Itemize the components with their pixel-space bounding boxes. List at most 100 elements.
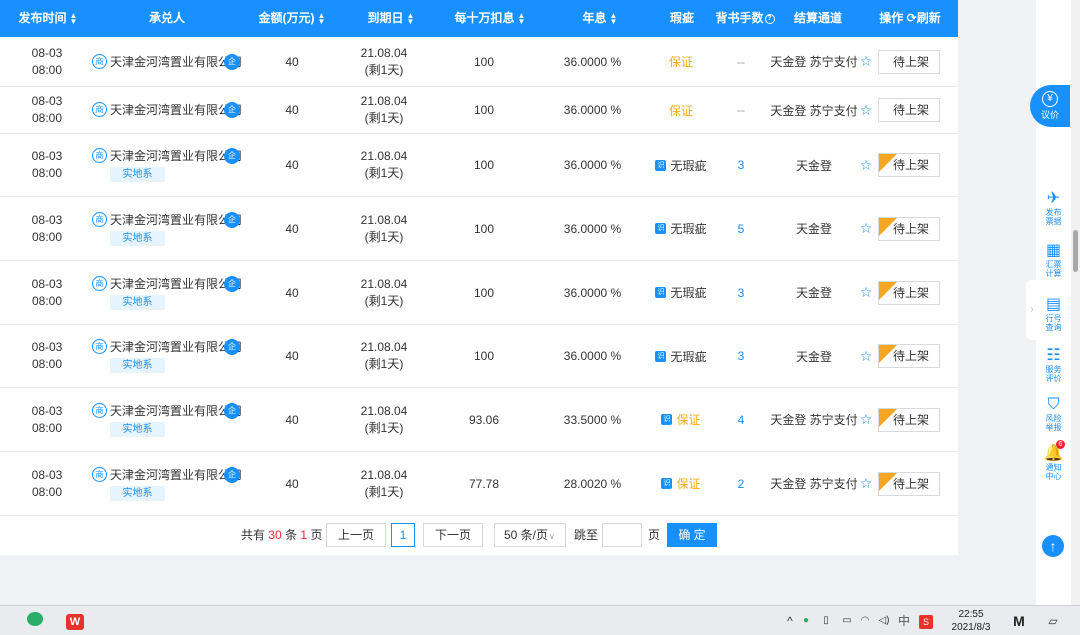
page-1-button[interactable]: 1 [391,523,415,547]
acceptor-name[interactable]: 天津金河湾置业有限公司 [110,103,242,117]
header-due[interactable]: 到期日 ▲ ▼ [356,0,426,37]
endorse-count-cell[interactable]: 3 [722,325,760,387]
pending-listing-button[interactable]: 待上架 [878,280,940,305]
favorite-star-icon[interactable]: ☆ [857,452,875,515]
endorse-count-cell[interactable]: 5 [722,197,760,260]
sogou-icon[interactable]: S [918,612,934,630]
next-page-button[interactable]: 下一页 [423,523,483,547]
tray-expand-icon[interactable]: ^ [784,612,796,630]
table-row[interactable]: 08-03 08:00 商 天津金河湾置业有限公司 企 40 21.08.04 … [0,37,958,87]
sort-icon[interactable]: ▲ ▼ [70,11,78,25]
operation-cell: 待上架 [878,37,940,86]
pending-listing-button[interactable]: 待上架 [878,98,940,122]
table-row[interactable]: 08-03 08:00 商 天津金河湾置业有限公司 实地系 企 40 21.08.… [0,452,958,516]
endorse-count-cell[interactable]: 4 [722,388,760,451]
table-row[interactable]: 08-03 08:00 商 天津金河湾置业有限公司 实地系 企 40 21.08.… [0,388,958,452]
prev-page-button[interactable]: 上一页 [326,523,386,547]
enterprise-badge-icon: 企 [224,339,240,355]
commercial-badge-icon: 商 [92,148,107,163]
header-time[interactable]: 发布时间 ▲ ▼ [8,0,88,37]
flaw-label: 保证 [676,477,701,491]
acceptor-name[interactable]: 天津金河湾置业有限公司 [110,468,242,482]
favorite-star-icon[interactable]: ☆ [857,134,875,196]
recognize-icon: 识 [661,478,673,489]
notification-count-badge: 6 [1056,440,1065,449]
sort-icon[interactable]: ▲ ▼ [518,11,526,25]
table-header: 发布时间 ▲ ▼ 承兑人 金额(万元) ▲ ▼ 到期日 ▲ ▼ 每十万扣息 ▲ ▼ 年息 ▲ ▼ 瑕… [0,0,958,37]
favorite-star-icon[interactable]: ☆ [857,37,875,86]
acceptor-name[interactable]: 天津金河湾置业有限公司 [110,277,242,291]
refresh-button[interactable]: ⟳刷新 [907,11,941,25]
endorse-count-cell[interactable]: 3 [722,134,760,196]
table-row[interactable]: 08-03 08:00 商 天津金河湾置业有限公司 企 40 21.08.04 … [0,87,958,134]
help-icon[interactable]: ? [764,13,775,24]
commercial-badge-icon: 商 [92,466,107,482]
table-row[interactable]: 08-03 08:00 商 天津金河湾置业有限公司 实地系 企 40 21.08.… [0,197,958,261]
pending-listing-button[interactable]: 待上架 [878,49,940,74]
pending-listing-button[interactable]: 待上架 [878,471,940,496]
back-to-top-button[interactable]: ↑ [1042,535,1064,557]
header-discount[interactable]: 每十万扣息 ▲ ▼ [447,0,533,37]
acceptor-name[interactable]: 天津金河湾置业有限公司 [110,149,242,163]
notification-center-icon[interactable]: ▱ [1044,612,1062,630]
amount-cell: 40 [285,412,299,427]
sidebar-item-service-review[interactable]: ☷ 服务 评价 [1036,347,1071,383]
publish-time-cell: 08-03 08:00 [31,467,63,499]
page-scrollbar[interactable] [1071,0,1080,605]
table-row[interactable]: 08-03 08:00 商 天津金河湾置业有限公司 实地系 企 40 21.08.… [0,261,958,325]
sidebar-item-risk-report[interactable]: ⛉ 风险 举报 [1036,396,1071,432]
sort-icon[interactable]: ▲ ▼ [610,11,618,25]
table-row[interactable]: 08-03 08:00 商 天津金河湾置业有限公司 实地系 企 40 21.08.… [0,134,958,197]
favorite-star-icon[interactable]: ☆ [857,261,875,324]
operation-cell: 待上架 [878,388,940,451]
confirm-jump-button[interactable]: 确 定 [667,523,717,547]
flaw-cell: 保证 [640,87,722,133]
acceptor-name[interactable]: 天津金河湾置业有限公司 [110,213,242,227]
header-flaw: 瑕疵 [669,11,694,25]
endorse-count-cell[interactable]: 3 [722,261,760,324]
flaw-label: 无瑕疵 [670,158,707,173]
pending-listing-button[interactable]: 待上架 [878,407,940,432]
sidebar-item-publish-bill[interactable]: ✈ 发布 票据 [1036,190,1071,226]
acceptor-name[interactable]: 天津金河湾置业有限公司 [110,404,242,418]
pending-listing-button[interactable]: 待上架 [878,216,940,241]
header-rate[interactable]: 年息 ▲ ▼ [570,0,630,37]
wifi-icon[interactable]: ◠ [858,612,872,630]
device-icon[interactable]: ▯ [820,612,832,630]
favorite-star-icon[interactable]: ☆ [857,388,875,451]
group-tag: 实地系 [110,294,165,310]
favorite-star-icon[interactable]: ☆ [857,197,875,260]
scrollbar-thumb[interactable] [1073,230,1078,272]
sidebar-item-bill-calculator[interactable]: ▦ 汇票 计算 [1036,242,1071,278]
endorse-count-cell[interactable]: 2 [722,452,760,515]
bargain-button[interactable]: ¥ 议价 [1030,85,1070,127]
favorite-star-icon[interactable]: ☆ [857,325,875,387]
pending-listing-button[interactable]: 待上架 [878,344,940,368]
acceptor-name[interactable]: 天津金河湾置业有限公司 [110,55,242,69]
header-amount[interactable]: 金额(万元) ▲ ▼ [252,0,332,37]
acceptor-cell: 商 天津金河湾置业有限公司 实地系 企 [92,197,242,260]
channel-cell: 天金登 [795,222,832,236]
m-logo-icon[interactable]: M [1008,612,1030,630]
tray-app-icon[interactable]: ● [800,612,812,630]
page-size-select[interactable]: 50 条/页∨ [494,523,566,547]
sort-icon[interactable]: ▲ ▼ [318,11,326,25]
bill-calculator-icon: ▦ [1045,242,1062,259]
discount-cell: 100 [473,221,495,236]
sort-icon[interactable]: ▲ ▼ [407,11,415,25]
enterprise-badge-icon: 企 [224,275,240,292]
pending-listing-button[interactable]: 待上架 [878,153,940,177]
enterprise-badge-icon: 企 [224,466,240,483]
table-row[interactable]: 08-03 08:00 商 天津金河湾置业有限公司 实地系 企 40 21.08.… [0,325,958,388]
ime-indicator[interactable]: 中 [897,612,911,630]
sidebar-item-notification-center[interactable]: 🔔 6 通知 中心 [1036,440,1071,481]
corner-badge [879,408,897,427]
wps-icon[interactable]: W [64,612,86,630]
volume-icon[interactable]: ◁) [876,612,892,630]
acceptor-name[interactable]: 天津金河湾置业有限公司 [110,340,242,354]
jump-page-input[interactable] [602,523,642,547]
sidebar-item-bank-code-query[interactable]: ▤ 行号 查询 [1036,296,1071,332]
favorite-star-icon[interactable]: ☆ [857,87,875,133]
wechat-icon[interactable] [24,612,46,630]
taskbar-clock[interactable]: 22:55 2021/8/3 [945,608,997,634]
